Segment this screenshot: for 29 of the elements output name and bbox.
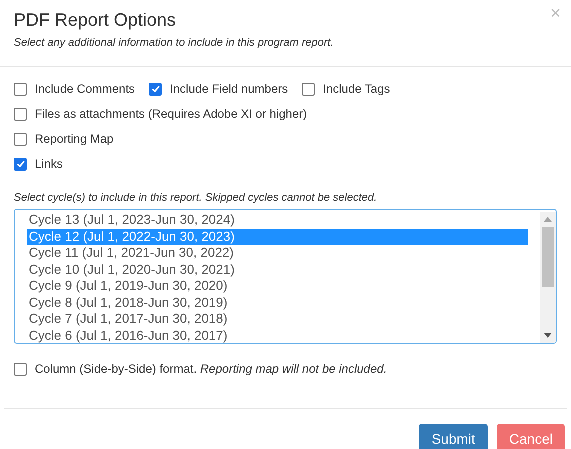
cycle-listbox[interactable] (14, 209, 557, 344)
cycle-option[interactable]: Cycle 7 (Jul 1, 2017-Jun 30, 2018) (27, 311, 528, 328)
checkbox[interactable] (302, 82, 316, 96)
scroll-down-icon[interactable] (544, 333, 552, 338)
cycle-option[interactable]: Cycle 6 (Jul 1, 2016-Jun 30, 2017) (27, 328, 528, 343)
checkbox-label: Include Tags (323, 80, 390, 98)
checkbox-label: Column (Side-by-Side) format. Reporting map will not be included. (35, 361, 388, 378)
checkbox[interactable] (14, 132, 27, 146)
submit-button[interactable]: Submit (418, 424, 488, 449)
cycle-option[interactable]: Cycle 11 (Jul 1, 2021-Jun 30, 2022) (27, 245, 528, 262)
checkbox[interactable] (149, 82, 162, 96)
cycle-option[interactable]: Cycle 13 (Jul 1, 2023-Jun 30, 2024) (27, 212, 528, 228)
dialog-title: PDF Report Options (14, 9, 176, 32)
checkbox-label: Include Comments (35, 80, 136, 98)
checkbox[interactable] (14, 82, 27, 96)
checkbox[interactable] (14, 108, 27, 120)
checkbox-label: Links (35, 156, 64, 172)
scrollbar-thumb[interactable] (542, 227, 554, 287)
checkbox-label: Files as attachments (Requires Adobe XI or higher) (35, 106, 308, 122)
checkbox-label: Include Field numbers (170, 80, 288, 98)
cycle-caption: Select cycle(s) to include in this report. Skipped cycles cannot be selected. (14, 190, 378, 206)
scrollbar[interactable] (540, 212, 556, 343)
checkbox[interactable] (14, 158, 27, 170)
cycle-option[interactable]: Cycle 8 (Jul 1, 2018-Jun 30, 2019) (27, 294, 528, 311)
checkbox-label: Reporting Map (35, 130, 114, 148)
cycle-option[interactable]: Cycle 9 (Jul 1, 2019-Jun 30, 2020) (27, 278, 528, 294)
cycle-option[interactable]: Cycle 10 (Jul 1, 2020-Jun 30, 2021) (27, 262, 528, 278)
dialog-subtitle: Select any additional information to include in this program report. (14, 36, 335, 51)
checkbox[interactable] (14, 362, 27, 376)
